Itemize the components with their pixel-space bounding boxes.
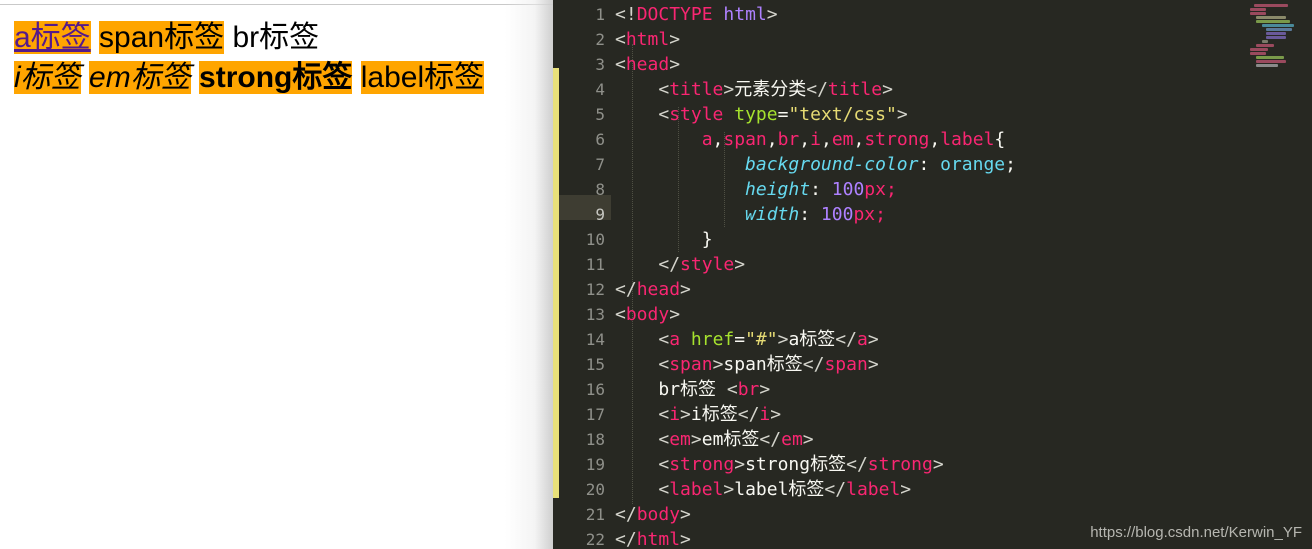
line-number: 22 xyxy=(585,530,605,549)
code-line-20[interactable]: <label>label标签</label> xyxy=(615,477,911,502)
line-number-active: 9 xyxy=(595,205,605,224)
code-line-4[interactable]: <title>元素分类</title> xyxy=(615,77,893,102)
code-line-19[interactable]: <strong>strong标签</strong> xyxy=(615,452,943,477)
watermark-url: https://blog.csdn.net/Kerwin_YF xyxy=(1090,524,1302,541)
line-number: 8 xyxy=(595,180,605,199)
code-content[interactable]: <!DOCTYPE html> <html> <head> <title>元素分… xyxy=(615,0,1312,549)
editor-minimap[interactable] xyxy=(1242,2,1308,67)
code-line-6[interactable]: a,span,br,i,em,strong,label{ xyxy=(615,127,1006,152)
line-number: 18 xyxy=(585,430,605,449)
line-number: 13 xyxy=(585,305,605,324)
rendered-label-tag[interactable]: label标签 xyxy=(360,61,485,94)
code-line-10[interactable]: } xyxy=(615,227,713,252)
line-number: 11 xyxy=(585,255,605,274)
rendered-i-tag: i标签 xyxy=(14,61,81,94)
rendered-em-tag: em标签 xyxy=(89,61,191,94)
rendered-br-text: br标签 xyxy=(232,21,320,54)
code-line-17[interactable]: <i>i标签</i> xyxy=(615,402,781,427)
browser-top-divider xyxy=(0,4,553,5)
line-number: 3 xyxy=(595,55,605,74)
line-number: 19 xyxy=(585,455,605,474)
code-line-9[interactable]: width: 100px; xyxy=(615,202,886,227)
rendered-span-tag: span标签 xyxy=(99,21,225,54)
line-number: 4 xyxy=(595,80,605,99)
code-line-18[interactable]: <em>em标签</em> xyxy=(615,427,813,452)
line-number: 16 xyxy=(585,380,605,399)
code-line-7[interactable]: background-color: orange; xyxy=(615,152,1016,177)
code-line-22[interactable]: </html> xyxy=(615,527,691,549)
line-number: 2 xyxy=(595,30,605,49)
line-number: 17 xyxy=(585,405,605,424)
code-line-14[interactable]: <a href="#">a标签</a> xyxy=(615,327,878,352)
code-line-12[interactable]: </head> xyxy=(615,277,691,302)
rendered-strong-tag: strong标签 xyxy=(199,61,353,94)
code-line-16[interactable]: br标签 <br> xyxy=(615,377,770,402)
line-number: 14 xyxy=(585,330,605,349)
line-number: 7 xyxy=(595,155,605,174)
code-line-5[interactable]: <style type="text/css"> xyxy=(615,102,907,127)
code-line-11[interactable]: </style> xyxy=(615,252,745,277)
line-number: 5 xyxy=(595,105,605,124)
code-line-8[interactable]: height: 100px; xyxy=(615,177,897,202)
line-number: 15 xyxy=(585,355,605,374)
rendered-html-output: a标签 span标签 br标签 i标签 em标签 strong标签 label标签 xyxy=(14,18,553,98)
code-line-13[interactable]: <body> xyxy=(615,302,680,327)
browser-render-pane: a标签 span标签 br标签 i标签 em标签 strong标签 label标签 xyxy=(0,0,553,549)
code-line-21[interactable]: </body> xyxy=(615,502,691,527)
line-number: 20 xyxy=(585,480,605,499)
line-number: 21 xyxy=(585,505,605,524)
code-line-1[interactable]: <!DOCTYPE html> xyxy=(615,2,778,27)
code-line-2[interactable]: <html> xyxy=(615,27,680,52)
line-number: 6 xyxy=(595,130,605,149)
editor-gutter: 1 2 3 4 5 6 7 8 9 10 11 12 13 14 15 16 1… xyxy=(559,0,611,549)
line-number: 10 xyxy=(585,230,605,249)
line-number: 12 xyxy=(585,280,605,299)
code-line-3[interactable]: <head> xyxy=(615,52,680,77)
screenshot-root: a标签 span标签 br标签 i标签 em标签 strong标签 label标签… xyxy=(0,0,1312,549)
code-editor: 1 2 3 4 5 6 7 8 9 10 11 12 13 14 15 16 1… xyxy=(553,0,1312,549)
line-number: 1 xyxy=(595,5,605,24)
rendered-a-tag[interactable]: a标签 xyxy=(14,21,91,54)
code-line-15[interactable]: <span>span标签</span> xyxy=(615,352,878,377)
